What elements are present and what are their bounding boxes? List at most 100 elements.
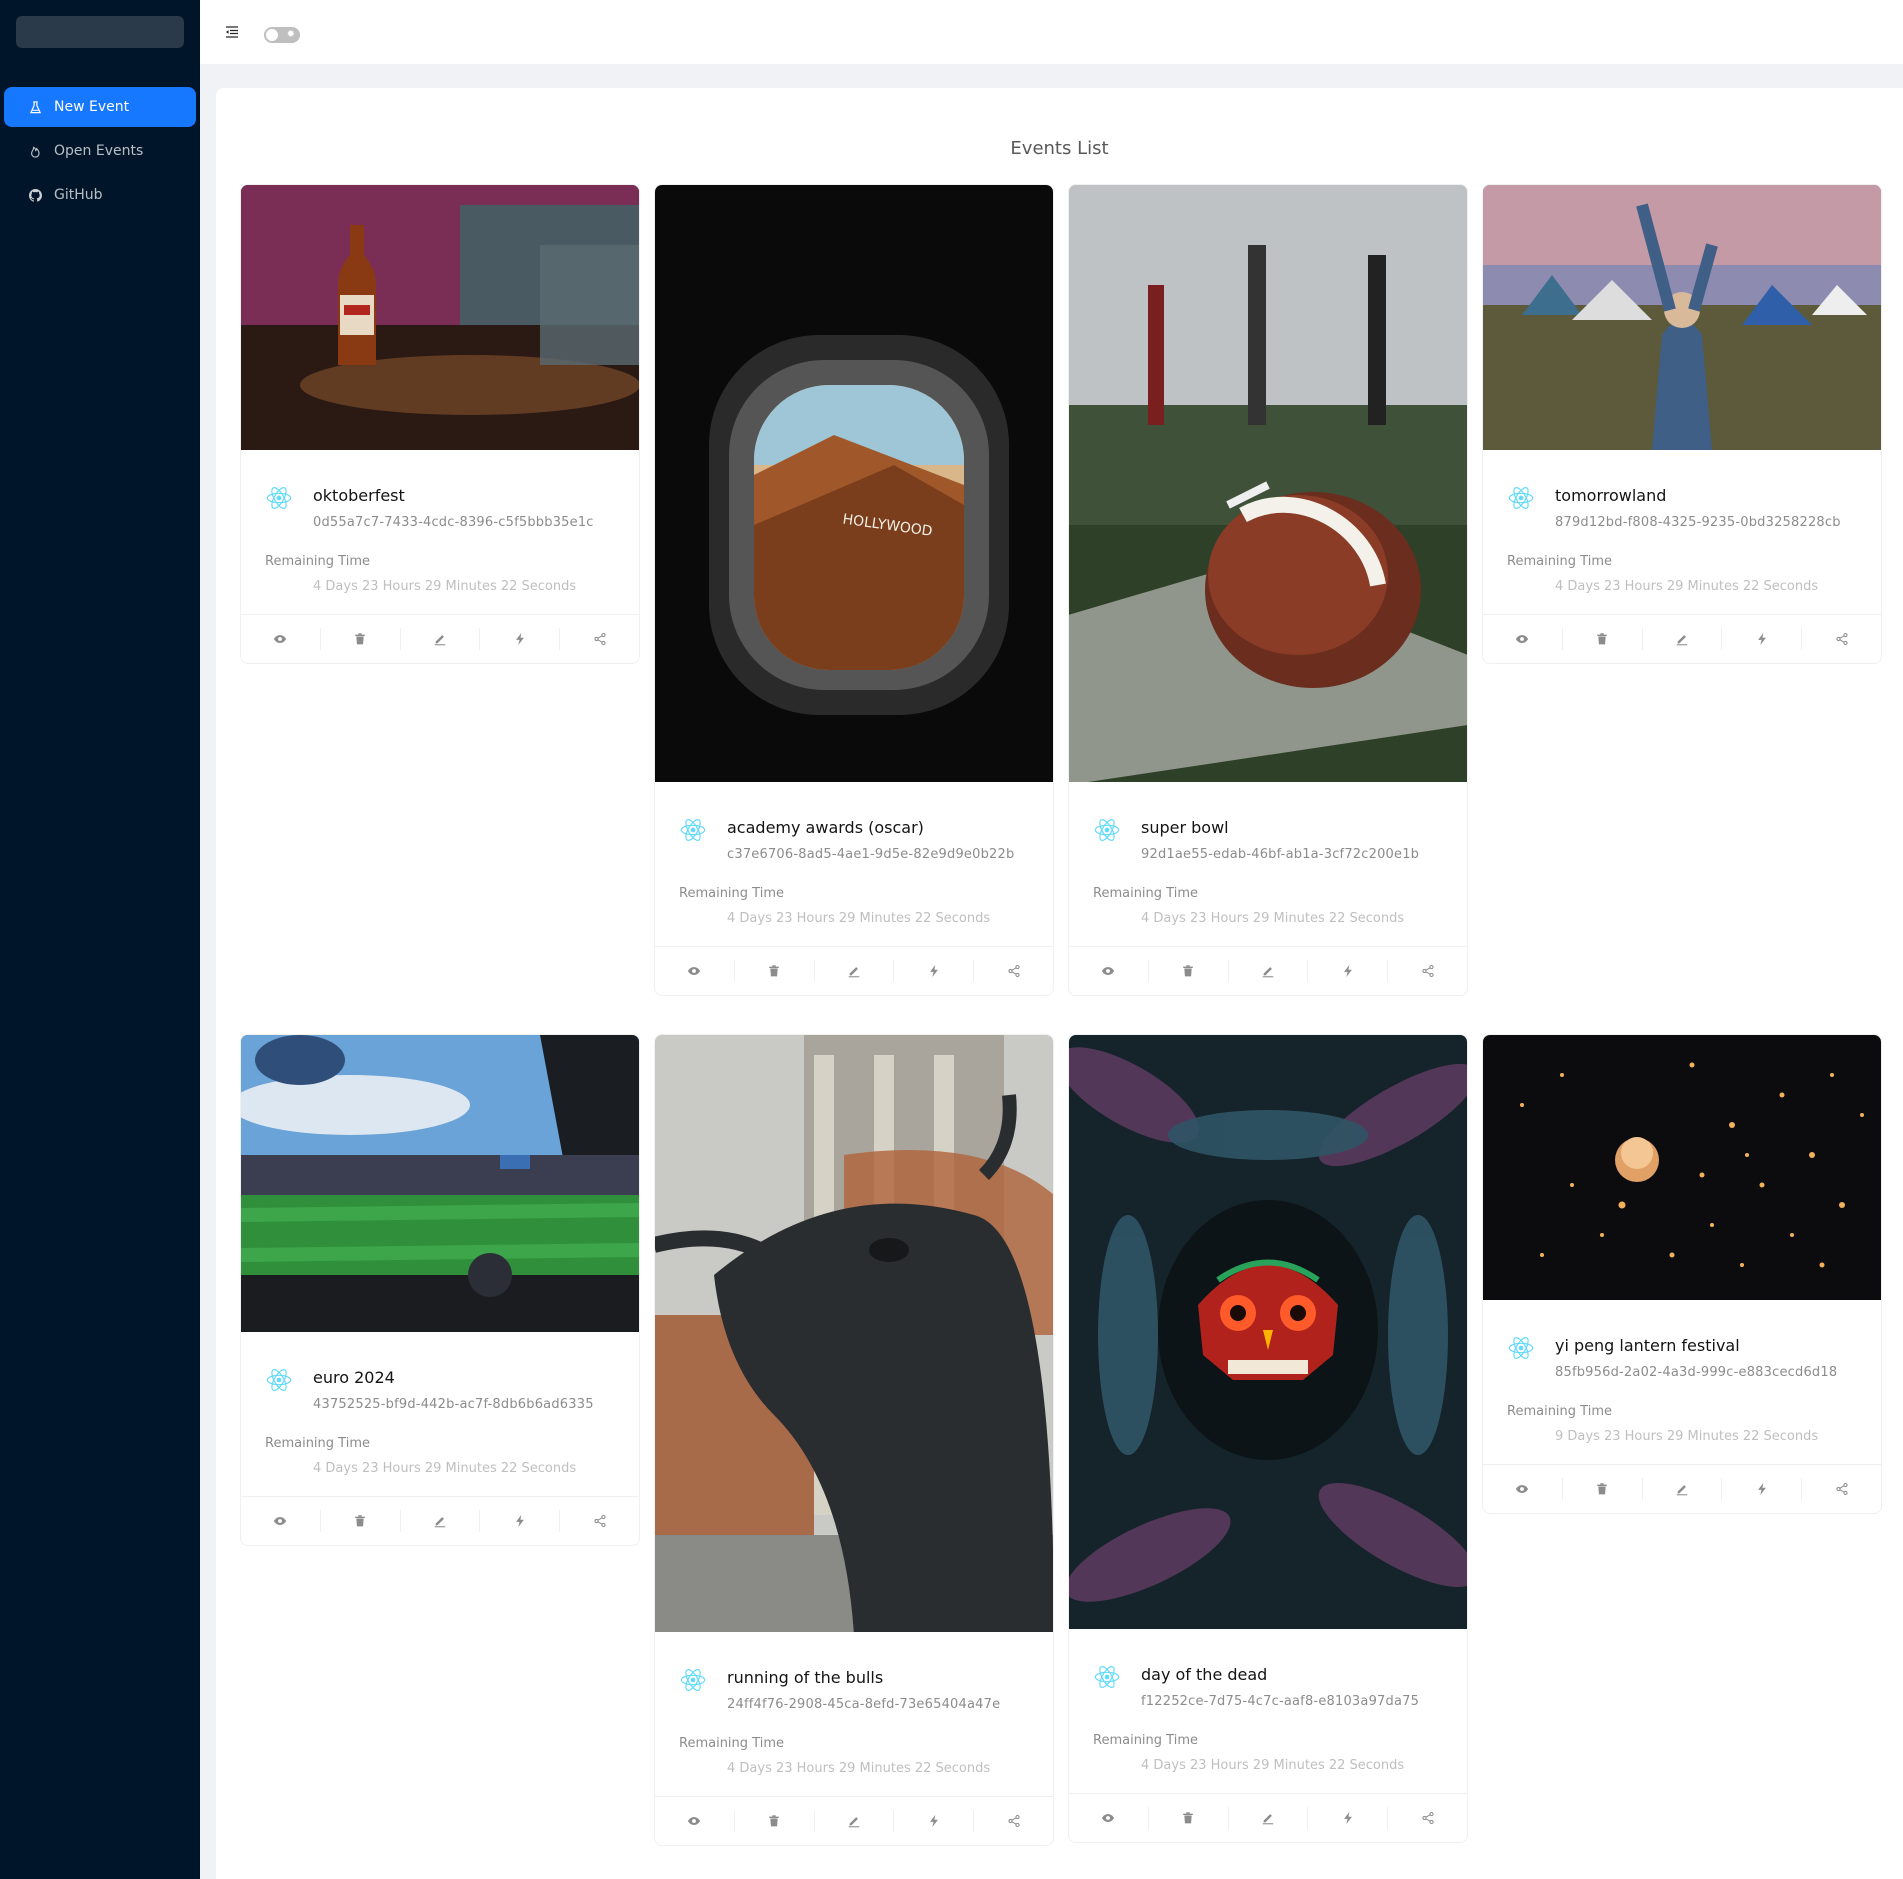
- eye-icon: [274, 1517, 287, 1525]
- share-icon: [1007, 964, 1020, 978]
- beer-bottle-bar-photo: [241, 185, 639, 450]
- edit-icon: [848, 1817, 860, 1828]
- delete-icon: [355, 633, 365, 645]
- delete-button[interactable]: [1563, 1478, 1643, 1500]
- event-meta: running of the bulls 24ff4f76-2908-45ca-…: [679, 1668, 1029, 1712]
- edit-button[interactable]: [1643, 1478, 1723, 1500]
- event-card-4: tomorrowland 879d12bd-f808-4325-9235-0bd…: [1482, 184, 1882, 664]
- react-logo-icon: [265, 1366, 293, 1394]
- github-icon: [28, 188, 42, 202]
- event-meta: day of the dead f12252ce-7d75-4c7c-aaf8-…: [1093, 1665, 1443, 1709]
- remaining-time-label: Remaining Time: [1093, 1733, 1198, 1748]
- event-card-body: euro 2024 43752525-bf9d-442b-ac7f-8db6b6…: [241, 1332, 639, 1496]
- soccer-stadium-photo: [241, 1035, 639, 1332]
- remaining-time-value: 4 Days 23 Hours 29 Minutes 22 Seconds: [727, 911, 991, 926]
- delete-button[interactable]: [735, 1810, 815, 1832]
- event-card-7: day of the dead f12252ce-7d75-4c7c-aaf8-…: [1068, 1034, 1468, 1843]
- edit-button[interactable]: [815, 960, 895, 982]
- share-button[interactable]: [974, 960, 1053, 982]
- share-icon: [1421, 1811, 1434, 1825]
- edit-button[interactable]: [401, 1510, 481, 1532]
- view-button[interactable]: [241, 1510, 321, 1532]
- remaining-time-label: Remaining Time: [679, 886, 784, 901]
- share-icon: [1835, 632, 1848, 646]
- share-icon: [593, 1514, 606, 1528]
- sidebar-item-new-event[interactable]: New Event: [4, 87, 196, 127]
- delete-button[interactable]: [735, 960, 815, 982]
- sidebar-item-open-events[interactable]: Open Events: [4, 131, 196, 171]
- view-button[interactable]: [655, 1810, 735, 1832]
- remaining-time-value: 4 Days 23 Hours 29 Minutes 22 Seconds: [1141, 911, 1405, 926]
- delete-button[interactable]: [1149, 960, 1229, 982]
- delete-icon: [769, 965, 779, 977]
- event-title: super bowl: [1141, 818, 1229, 837]
- sidebar-item-github[interactable]: GitHub: [4, 175, 196, 215]
- event-id: 85fb956d-2a02-4a3d-999c-e883cecd6d18: [1555, 1365, 1838, 1380]
- thunderbolt-button[interactable]: [1722, 1478, 1803, 1500]
- sidebar-item-label: New Event: [54, 99, 130, 115]
- thunderbolt-button[interactable]: [1308, 1807, 1389, 1829]
- event-title: euro 2024: [313, 1368, 395, 1387]
- remaining-time-label: Remaining Time: [265, 554, 370, 569]
- soccer-stadium-photo: [241, 1035, 639, 1332]
- thunderbolt-button[interactable]: [1722, 628, 1803, 650]
- share-button[interactable]: [1388, 960, 1467, 982]
- top-header: ✹: [200, 0, 1903, 64]
- bull-statue-photo: [655, 1035, 1053, 1632]
- share-button[interactable]: [560, 1510, 639, 1532]
- event-card-body: academy awards (oscar) c37e6706-8ad5-4ae…: [655, 782, 1053, 946]
- event-card-body: day of the dead f12252ce-7d75-4c7c-aaf8-…: [1069, 1629, 1467, 1793]
- thunderbolt-button[interactable]: [480, 628, 561, 650]
- thunderbolt-button[interactable]: [894, 1810, 975, 1832]
- thunderbolt-icon: [1757, 1482, 1766, 1496]
- event-card-body: tomorrowland 879d12bd-f808-4325-9235-0bd…: [1483, 450, 1881, 614]
- thunderbolt-icon: [515, 632, 524, 646]
- event-meta: yi peng lantern festival 85fb956d-2a02-4…: [1507, 1336, 1857, 1380]
- edit-button[interactable]: [815, 1810, 895, 1832]
- edit-icon: [1262, 967, 1274, 978]
- remaining-time-label: Remaining Time: [1507, 1404, 1612, 1419]
- delete-button[interactable]: [321, 1510, 401, 1532]
- share-button[interactable]: [560, 628, 639, 650]
- view-button[interactable]: [655, 960, 735, 982]
- beer-bottle-bar-photo: [241, 185, 639, 450]
- edit-button[interactable]: [401, 628, 481, 650]
- edit-button[interactable]: [1643, 628, 1723, 650]
- remaining-time-label: Remaining Time: [1093, 886, 1198, 901]
- share-icon: [1835, 1482, 1848, 1496]
- event-card-body: oktoberfest 0d55a7c7-7433-4cdc-8396-c5f5…: [241, 450, 639, 614]
- share-button[interactable]: [1388, 1807, 1467, 1829]
- festival-camp-photo: [1483, 185, 1881, 450]
- edit-button[interactable]: [1229, 960, 1309, 982]
- share-button[interactable]: [1802, 1478, 1881, 1500]
- bull-statue-photo: [655, 1035, 1053, 1632]
- share-button[interactable]: [1802, 628, 1881, 650]
- sidebar: New Event Open Events GitHub: [0, 0, 200, 1879]
- delete-button[interactable]: [321, 628, 401, 650]
- menu-fold-icon[interactable]: [224, 24, 240, 40]
- sidebar-menu: New Event Open Events GitHub: [4, 87, 196, 219]
- theme-toggle[interactable]: ✹: [264, 27, 300, 43]
- thunderbolt-button[interactable]: [1308, 960, 1389, 982]
- eye-icon: [1516, 635, 1529, 643]
- thunderbolt-button[interactable]: [894, 960, 975, 982]
- share-button[interactable]: [974, 1810, 1053, 1832]
- remaining-time-value: 4 Days 23 Hours 29 Minutes 22 Seconds: [1555, 579, 1819, 594]
- remaining-time-value: 4 Days 23 Hours 29 Minutes 22 Seconds: [727, 1761, 991, 1776]
- delete-button[interactable]: [1563, 628, 1643, 650]
- view-button[interactable]: [241, 628, 321, 650]
- react-logo-icon: [1093, 1663, 1121, 1691]
- remaining-time-value: 4 Days 23 Hours 29 Minutes 22 Seconds: [313, 1461, 577, 1476]
- sky-lanterns-photo: [1483, 1035, 1881, 1300]
- view-button[interactable]: [1483, 628, 1563, 650]
- eye-icon: [1102, 1814, 1115, 1822]
- edit-button[interactable]: [1229, 1807, 1309, 1829]
- view-button[interactable]: [1069, 960, 1149, 982]
- thunderbolt-button[interactable]: [480, 1510, 561, 1532]
- view-button[interactable]: [1069, 1807, 1149, 1829]
- event-title: academy awards (oscar): [727, 818, 924, 837]
- view-button[interactable]: [1483, 1478, 1563, 1500]
- eye-icon: [1516, 1485, 1529, 1493]
- event-title: yi peng lantern festival: [1555, 1336, 1740, 1355]
- delete-button[interactable]: [1149, 1807, 1229, 1829]
